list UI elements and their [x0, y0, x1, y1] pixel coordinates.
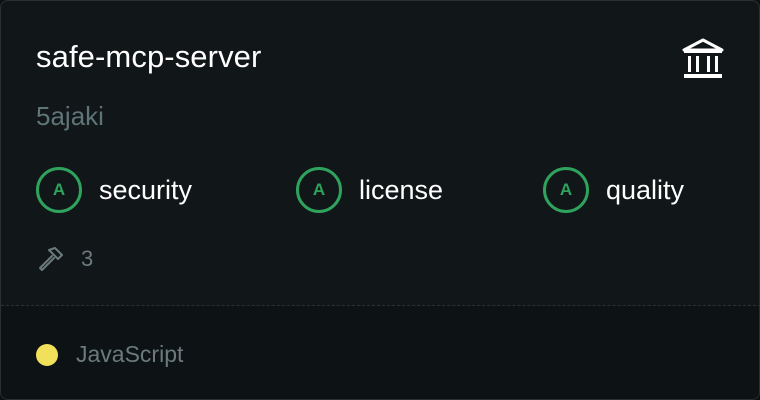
grade-label: license: [359, 174, 444, 205]
language: JavaScript: [36, 341, 183, 368]
repo-owner[interactable]: 5ajaki: [36, 101, 104, 132]
tools-count: 3: [36, 245, 93, 273]
repo-name[interactable]: safe-mcp-server: [36, 39, 261, 75]
language-color-dot: [36, 343, 58, 366]
grade-license[interactable]: A license: [296, 167, 443, 213]
grade-badge: A: [36, 167, 82, 213]
grade-quality[interactable]: A quality: [543, 167, 684, 213]
tools-count-value: 3: [81, 246, 94, 271]
language-name: JavaScript: [76, 341, 184, 367]
grade-label: security: [99, 174, 193, 205]
grade-badge: A: [543, 167, 589, 213]
grade-security[interactable]: A security: [36, 167, 192, 213]
institution-icon: [682, 38, 724, 78]
hammer-icon: [39, 247, 63, 271]
grade-label: quality: [606, 174, 685, 205]
grade-badge: A: [296, 167, 342, 213]
repo-card[interactable]: safe-mcp-server 5ajaki A security A lice…: [0, 0, 760, 400]
